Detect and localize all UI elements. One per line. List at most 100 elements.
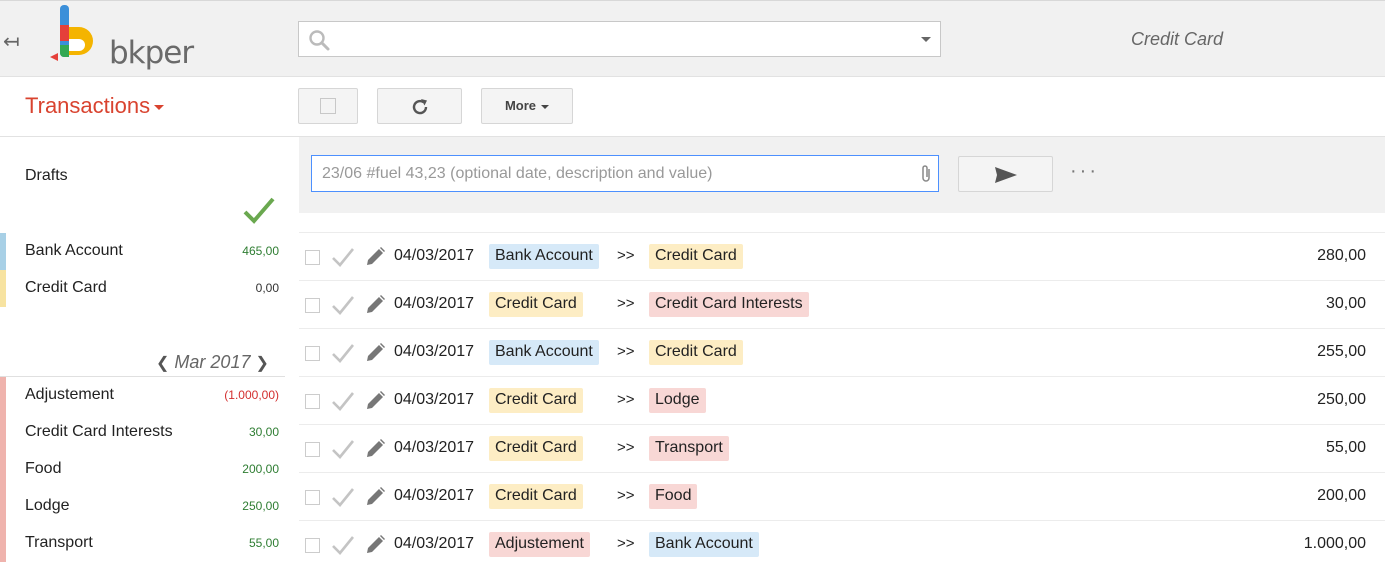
sidebar-group-credit-card-interests[interactable]: Credit Card Interests 30,00 [0,414,285,451]
search-icon [309,30,330,51]
chevron-right-icon[interactable]: ❯ [255,355,268,372]
transaction-row[interactable]: 04/03/2017 Bank Account >> Credit Card 280,0… [299,233,1385,281]
transfer-separator: >> [617,439,635,456]
account-name: Lodge [25,497,70,514]
sidebar-account-credit-card[interactable]: Credit Card 0,00 [0,270,285,307]
transaction-amount: 200,00 [1317,487,1366,504]
from-account-tag[interactable]: Credit Card [489,388,583,413]
transaction-row[interactable]: 04/03/2017 Credit Card >> Food 200,00 [299,473,1385,521]
account-color-stripe [0,270,6,307]
transaction-row[interactable]: 04/03/2017 Credit Card >> Credit Card Inter… [299,281,1385,329]
checked-icon[interactable] [242,196,276,226]
account-name: Credit Card Interests [25,423,173,440]
transactions-menu[interactable]: Transactions [25,93,165,119]
account-color-stripe [0,377,6,414]
row-checkbox[interactable] [305,538,320,553]
edit-pencil-icon[interactable] [363,293,387,317]
to-account-tag[interactable]: Credit Card [649,244,743,269]
check-icon[interactable] [331,389,355,413]
transactions-title: Transactions [25,93,151,118]
from-account-tag[interactable]: Credit Card [489,436,583,461]
account-name: Transport [25,534,93,551]
chevron-down-icon [154,104,165,110]
period-selector: ❮ Mar 2017 ❯ [156,352,269,373]
chevron-left-icon[interactable]: ❮ [156,355,169,372]
to-account-tag[interactable]: Lodge [649,388,706,413]
check-icon[interactable] [331,485,355,509]
transfer-separator: >> [617,391,635,408]
refresh-button[interactable] [377,88,462,124]
account-color-stripe [0,451,6,488]
refresh-icon [412,99,428,115]
check-icon[interactable] [331,437,355,461]
row-checkbox[interactable] [305,394,320,409]
account-balance: (1.000,00) [224,388,279,402]
edit-pencil-icon[interactable] [363,485,387,509]
more-options-icon[interactable]: ··· [1070,160,1099,183]
from-account-tag[interactable]: Credit Card [489,292,583,317]
edit-pencil-icon[interactable] [363,533,387,557]
transfer-separator: >> [617,295,635,312]
transaction-date: 04/03/2017 [394,343,475,360]
sidebar-group-food[interactable]: Food 200,00 [0,451,285,488]
transfer-separator: >> [617,343,635,360]
check-icon[interactable] [331,293,355,317]
transaction-row[interactable]: 04/03/2017 Credit Card >> Lodge 250,00 [299,377,1385,425]
account-balance: 55,00 [248,536,279,550]
transaction-date: 04/03/2017 [394,535,475,552]
check-icon[interactable] [331,341,355,365]
row-checkbox[interactable] [305,346,320,361]
transfer-separator: >> [617,535,635,552]
to-account-tag[interactable]: Credit Card [649,340,743,365]
send-button[interactable] [958,156,1053,192]
attachment-icon[interactable] [919,164,933,184]
from-account-tag[interactable]: Credit Card [489,484,583,509]
search-input[interactable] [298,21,941,57]
bkper-logo[interactable]: bkper [48,5,208,75]
sidebar-account-bank[interactable]: Bank Account 465,00 [0,233,285,270]
to-account-tag[interactable]: Transport [649,436,729,461]
drafts-link[interactable]: Drafts [25,167,68,185]
logo-text: bkper [109,35,194,71]
back-arrow-icon[interactable]: ↤ [3,29,20,54]
top-bar: ↤ bkper Credit Card [0,0,1385,77]
transaction-date: 04/03/2017 [394,247,475,264]
sidebar-group-adjustement[interactable]: Adjustement (1.000,00) [0,377,285,414]
row-checkbox[interactable] [305,250,320,265]
transaction-row[interactable]: 04/03/2017 Bank Account >> Credit Card 255,0… [299,329,1385,377]
transaction-date: 04/03/2017 [394,439,475,456]
from-account-tag[interactable]: Adjustement [489,532,590,557]
transaction-amount: 1.000,00 [1303,535,1366,552]
sidebar-group-transport[interactable]: Transport 55,00 [0,525,285,562]
check-icon[interactable] [331,245,355,269]
edit-pencil-icon[interactable] [363,437,387,461]
transaction-row[interactable]: 04/03/2017 Credit Card >> Transport 55,00 [299,425,1385,473]
to-account-tag[interactable]: Credit Card Interests [649,292,809,317]
account-balance: 250,00 [242,499,279,513]
edit-pencil-icon[interactable] [363,341,387,365]
transaction-date: 04/03/2017 [394,391,475,408]
account-name: Adjustement [25,386,114,403]
row-checkbox[interactable] [305,442,320,457]
sidebar-group-lodge[interactable]: Lodge 250,00 [0,488,285,525]
row-checkbox[interactable] [305,490,320,505]
to-account-tag[interactable]: Bank Account [649,532,759,557]
edit-pencil-icon[interactable] [363,245,387,269]
edit-pencil-icon[interactable] [363,389,387,413]
transaction-row[interactable]: 04/03/2017 Adjustement >> Bank Account 1.000… [299,521,1385,566]
to-account-tag[interactable]: Food [649,484,698,509]
transaction-entry-input[interactable]: 23/06 #fuel 43,23 (optional date, descri… [311,155,939,192]
check-icon[interactable] [331,533,355,557]
select-all-button[interactable] [298,88,358,124]
transaction-amount: 55,00 [1325,439,1366,456]
row-checkbox[interactable] [305,298,320,313]
from-account-tag[interactable]: Bank Account [489,340,599,365]
more-button[interactable]: More [481,88,573,124]
account-balance: 0,00 [255,281,279,295]
search-dropdown-icon[interactable] [921,37,931,42]
period-label: Mar 2017 [174,352,251,372]
account-name: Food [25,460,62,477]
account-color-stripe [0,488,6,525]
from-account-tag[interactable]: Bank Account [489,244,599,269]
transaction-amount: 255,00 [1317,343,1366,360]
